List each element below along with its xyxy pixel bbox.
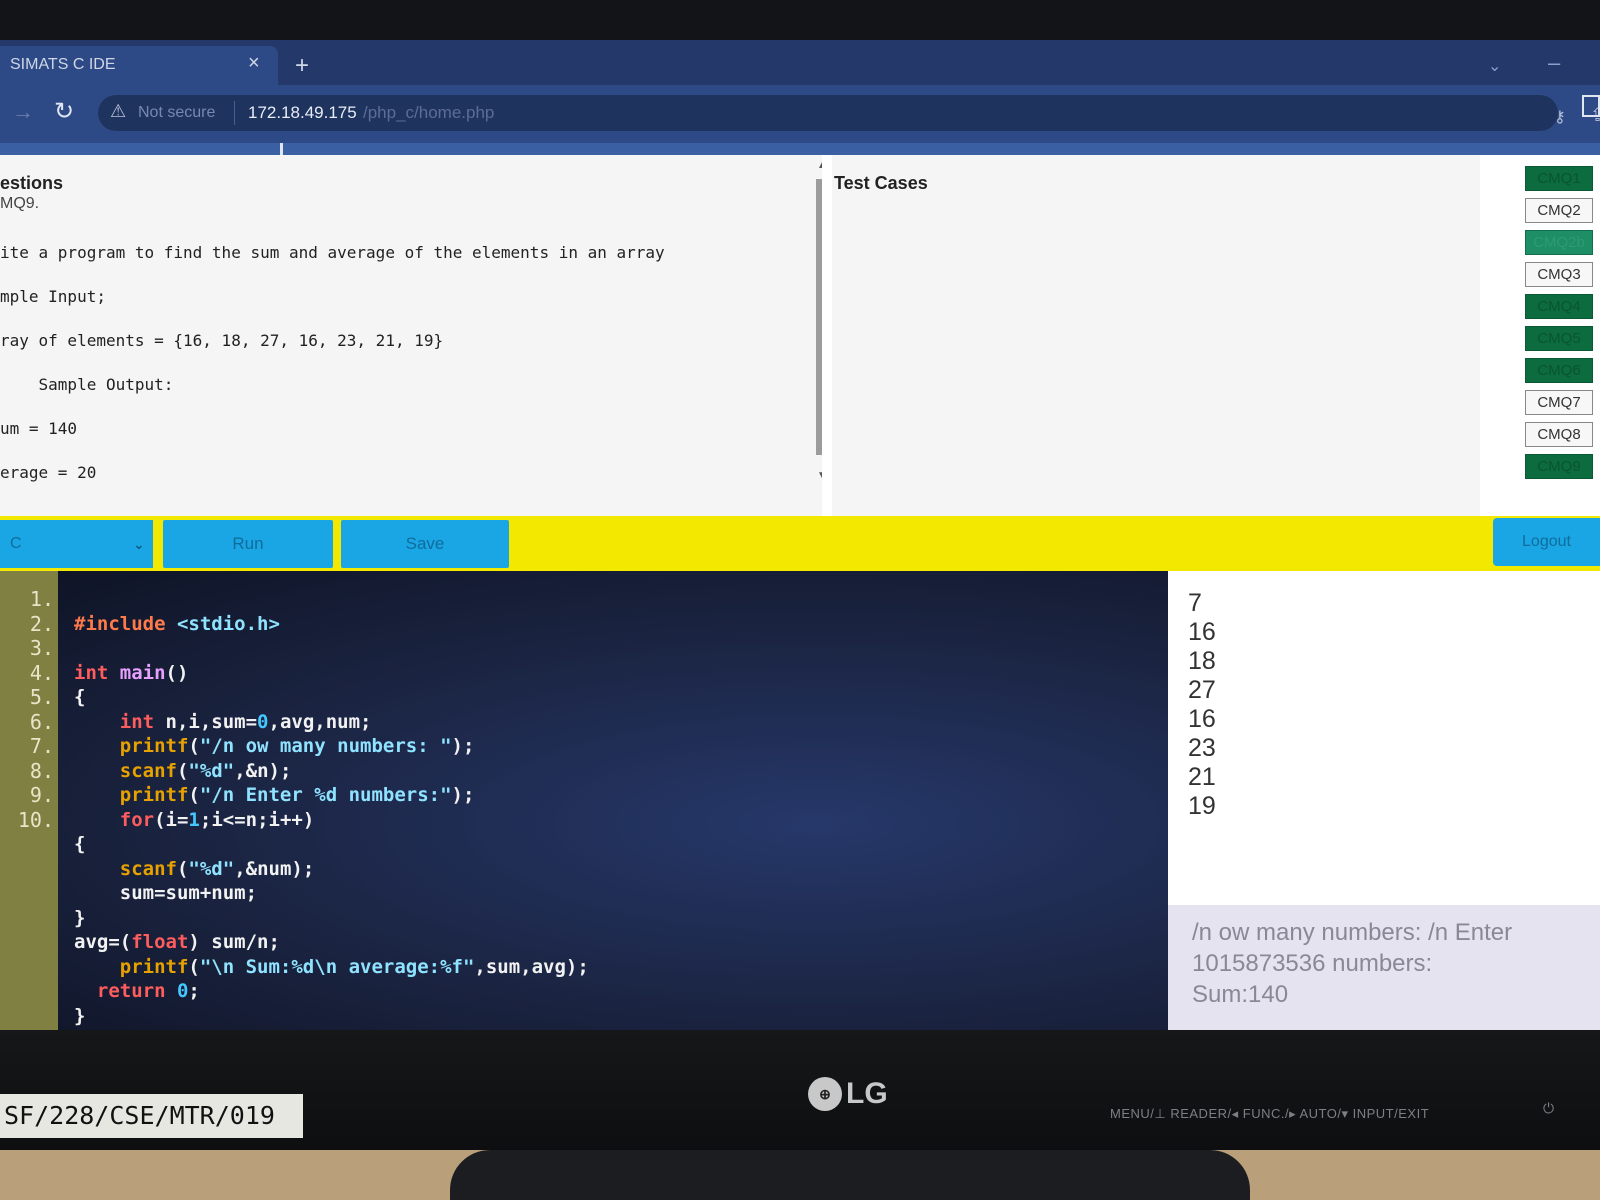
power-icon[interactable]: ⏻ <box>1543 1100 1554 1117</box>
monitor-brand: ⊕ LG <box>808 1074 888 1114</box>
code-content[interactable]: #include <stdio.h> int main(){ int n,i,s… <box>74 587 589 1028</box>
chevron-down-icon: ⌄ <box>133 536 145 552</box>
scroll-down-arrow-icon[interactable]: ▼ <box>817 470 822 481</box>
code-line: printf("/n ow many numbers: "); <box>119 735 475 757</box>
new-tab-icon[interactable]: + <box>295 52 309 80</box>
code-line: } <box>74 1004 86 1027</box>
warning-icon: ⚠ <box>110 101 127 121</box>
line-number: 4. <box>29 660 54 685</box>
lg-logo-icon: ⊕ <box>808 1077 842 1111</box>
line-number: 3. <box>29 636 54 660</box>
code-line: int n,i,sum=0,avg,num; <box>119 710 372 733</box>
save-button[interactable]: Save <box>341 520 509 568</box>
browser-tab[interactable]: SIMATS C IDE × <box>0 46 278 85</box>
question-line: ite a program to find the sum and averag… <box>0 243 665 262</box>
toolbar: C ⌄ Run Save Logout <box>0 516 1600 571</box>
monitor-stand <box>450 1150 1250 1200</box>
side-panel-icon[interactable] <box>1582 95 1600 117</box>
page-header-strip <box>0 143 1600 155</box>
code-line: { <box>74 686 86 708</box>
question-id: MQ9. <box>0 195 40 212</box>
cmq-button[interactable]: CMQ8 <box>1525 422 1593 447</box>
test-cases-panel: Test Cases <box>832 155 1480 555</box>
cmq-button[interactable]: CMQ1 <box>1525 166 1593 191</box>
forward-arrow-icon[interactable]: → <box>12 99 34 125</box>
output-text: /n ow many numbers: /n Enter 1015873536 … <box>1192 919 1513 1008</box>
cmq-button[interactable]: CMQ5 <box>1525 326 1593 351</box>
question-line: Sample Output: <box>0 375 174 394</box>
cmq-button[interactable]: CMQ4 <box>1525 294 1593 319</box>
cmq-button[interactable]: CMQ9 <box>1525 454 1593 479</box>
key-icon[interactable]: ⚷ <box>1554 107 1566 127</box>
question-text: ite a program to find the sum and averag… <box>0 231 800 495</box>
questions-panel: estions MQ9. ite a program to find the s… <box>0 155 822 555</box>
cmq-button[interactable]: CMQ6 <box>1525 358 1593 383</box>
line-number: 5. <box>29 685 54 709</box>
line-number: 6. <box>29 709 54 734</box>
browser-tab-bar: SIMATS C IDE × + ⌄ – <box>0 40 1600 85</box>
questions-scrollbar[interactable] <box>816 179 822 455</box>
line-number: 10. <box>17 807 54 832</box>
code-line: printf("\n Sum:%d\n average:%f",sum,avg)… <box>119 955 589 978</box>
cmq-button[interactable]: CMQ2b <box>1525 230 1593 255</box>
question-line: um = 140 <box>0 419 78 438</box>
monitor-top-bezel <box>0 0 1600 40</box>
code-line: for(i=1;i<=n;i++) <box>119 808 315 831</box>
language-select[interactable]: C ⌄ <box>0 520 153 568</box>
code-line: { <box>74 833 86 855</box>
cmq-button[interactable]: CMQ3 <box>1525 262 1593 287</box>
tab-title: SIMATS C IDE <box>10 56 116 73</box>
code-line: } <box>74 906 86 929</box>
line-number: 2. <box>29 611 54 636</box>
question-line: mple Input; <box>0 287 106 306</box>
logout-button[interactable]: Logout <box>1493 518 1600 566</box>
cmq-button[interactable]: CMQ2 <box>1525 198 1593 223</box>
browser-nav-bar: → ↻ ⚠ Not secure 172.18.49.175 /php_c/ho… <box>0 85 1600 143</box>
line-number: 7. <box>29 734 54 758</box>
reload-icon[interactable]: ↻ <box>54 97 74 126</box>
line-number: 1. <box>29 587 54 611</box>
not-secure-label: Not secure <box>138 104 216 121</box>
header-divider <box>280 143 283 155</box>
line-numbers: 1. 2. 3. 4. 5. 6. 7. 8. 9. 10. <box>0 587 54 832</box>
line-number: 8. <box>29 758 54 783</box>
code-editor[interactable]: 1. 2. 3. 4. 5. 6. 7. 8. 9. 10. #include … <box>0 571 1168 1030</box>
minimize-icon[interactable]: – <box>1548 50 1560 76</box>
scroll-up-arrow-icon[interactable]: ▲ <box>817 160 822 171</box>
line-number: 9. <box>29 783 54 807</box>
code-line: printf("/n Enter %d numbers:"); <box>119 784 475 806</box>
code-line: int main() <box>74 661 189 684</box>
asset-tag-sticker: SF/228/CSE/MTR/019 <box>0 1094 303 1138</box>
line-number-gutter: 1. 2. 3. 4. 5. 6. 7. 8. 9. 10. <box>0 571 58 1030</box>
code-line: #include <stdio.h> <box>74 612 280 635</box>
brand-name: LG <box>846 1077 888 1110</box>
output-panel: /n ow many numbers: /n Enter 1015873536 … <box>1168 905 1600 1030</box>
code-line: sum=sum+num; <box>74 882 258 904</box>
code-line: scanf("%d",&num); <box>119 857 315 880</box>
monitor-control-labels: MENU/⊥ READER/◂ FUNC./▸ AUTO/▾ INPUT/EXI… <box>1110 1106 1430 1121</box>
code-line: return 0; <box>96 980 200 1002</box>
code-line: avg=(float) sum/n; <box>74 931 280 953</box>
url-path: /php_c/home.php <box>363 103 495 122</box>
run-button[interactable]: Run <box>163 520 333 568</box>
language-value: C <box>10 535 22 552</box>
code-line: scanf("%d",&n); <box>119 759 292 782</box>
test-cases-heading: Test Cases <box>834 173 928 193</box>
question-line: erage = 20 <box>0 463 97 482</box>
questions-heading: estions <box>0 173 64 193</box>
question-line: ray of elements = {16, 18, 27, 16, 23, 2… <box>0 331 444 350</box>
url-divider <box>234 101 235 125</box>
url-host: 172.18.49.175 <box>248 103 357 122</box>
stdin-panel[interactable]: 7 16 18 27 16 23 21 19 <box>1168 571 1600 905</box>
tab-close-icon[interactable]: × <box>248 52 260 75</box>
address-bar[interactable]: ⚠ Not secure 172.18.49.175 /php_c/home.p… <box>98 95 1600 131</box>
tab-search-chevron-icon[interactable]: ⌄ <box>1488 56 1501 76</box>
screen: SIMATS C IDE × + ⌄ – → ↻ ⚠ Not secure 17… <box>0 40 1600 1030</box>
cmq-button[interactable]: CMQ7 <box>1525 390 1593 415</box>
question-nav: CMQ1 CMQ2 CMQ2b CMQ3 CMQ4 CMQ5 CMQ6 CMQ7… <box>1525 166 1595 486</box>
stdin-text[interactable]: 7 16 18 27 16 23 21 19 <box>1188 589 1216 821</box>
